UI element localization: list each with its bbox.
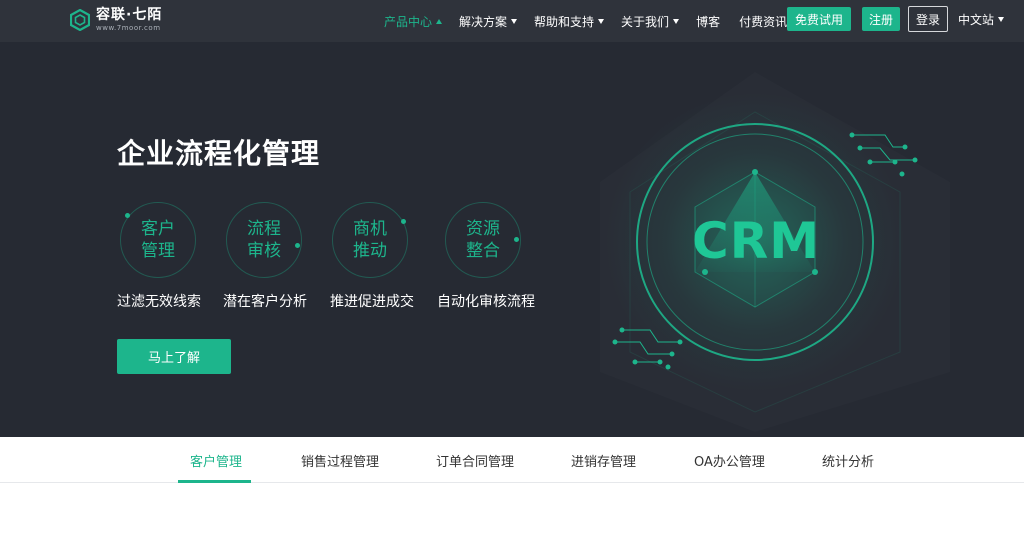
product-tabs: 客户管理 销售过程管理 订单合同管理 进销存管理 OA办公管理 统计分析 — [0, 437, 1024, 483]
brand-name: 容联·七陌 — [96, 7, 163, 23]
nav-item-solutions[interactable]: 解决方案 — [459, 13, 518, 30]
hero-banner: 企业流程化管理 客户 管理 流程 审核 商机 推动 资源 整合 过滤无效线索 潜… — [0, 42, 1024, 437]
feature-process-review: 流程 审核 — [226, 202, 302, 278]
caret-down-icon — [598, 18, 605, 24]
dot-icon — [401, 219, 406, 224]
brand-url: www.7moor.com — [96, 24, 161, 32]
language-selector[interactable]: 中文站 — [958, 0, 1005, 38]
caret-down-icon — [673, 18, 680, 24]
feature-description: 推进促进成交 — [330, 294, 414, 310]
nav-item-about[interactable]: 关于我们 — [621, 13, 680, 30]
tab-inventory-management[interactable]: 进销存管理 — [571, 437, 636, 483]
hexagon-logo-icon — [70, 9, 90, 31]
nav-item-products[interactable]: 产品中心 — [384, 13, 443, 30]
feature-description: 过滤无效线索 — [117, 294, 201, 310]
feature-opportunity-push: 商机 推动 — [332, 202, 408, 278]
caret-down-icon — [511, 18, 518, 24]
login-button[interactable]: 登录 — [908, 6, 948, 32]
feature-customer-management: 客户 管理 — [120, 202, 196, 278]
dot-icon — [125, 213, 130, 218]
tab-oa-office-management[interactable]: OA办公管理 — [694, 437, 765, 483]
crm-graphic-label: CRM — [692, 212, 820, 270]
dot-icon — [295, 243, 300, 248]
free-trial-button[interactable]: 免费试用 — [787, 7, 851, 31]
caret-up-icon — [436, 18, 443, 24]
tab-sales-process-management[interactable]: 销售过程管理 — [301, 437, 379, 483]
main-nav: 产品中心 解决方案 帮助和支持 关于我们 博客 付费资讯 — [384, 0, 787, 42]
active-tab-indicator — [178, 480, 251, 483]
content-area — [0, 484, 1024, 558]
brand-logo[interactable]: 容联·七陌 www.7moor.com — [70, 8, 162, 32]
top-navbar: 容联·七陌 www.7moor.com 产品中心 解决方案 帮助和支持 关于我们… — [0, 0, 1024, 42]
tab-customer-management[interactable]: 客户管理 — [190, 437, 242, 483]
tab-statistics-analysis[interactable]: 统计分析 — [822, 437, 874, 483]
nav-item-paid-news[interactable]: 付费资讯 — [739, 13, 787, 30]
dot-icon — [514, 237, 519, 242]
tab-order-contract-management[interactable]: 订单合同管理 — [436, 437, 514, 483]
feature-description: 潜在客户分析 — [223, 294, 307, 310]
caret-down-icon — [998, 16, 1005, 22]
nav-item-help[interactable]: 帮助和支持 — [534, 13, 605, 30]
nav-item-blog[interactable]: 博客 — [696, 13, 720, 30]
register-button[interactable]: 注册 — [862, 7, 900, 31]
hero-title: 企业流程化管理 — [117, 137, 321, 170]
feature-resource-integration: 资源 整合 — [445, 202, 521, 278]
learn-more-button[interactable]: 马上了解 — [117, 339, 231, 374]
feature-description: 自动化审核流程 — [437, 294, 535, 310]
